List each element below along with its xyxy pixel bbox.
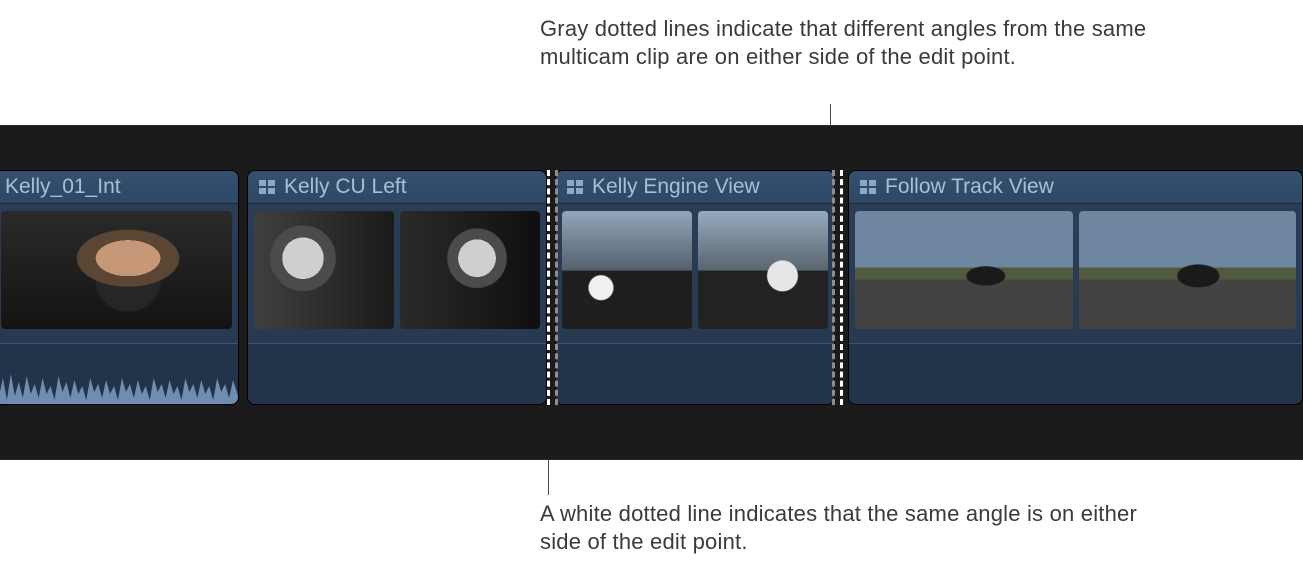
clip-audio bbox=[248, 343, 546, 404]
timeline-clip[interactable]: Kelly CU Left bbox=[247, 170, 547, 405]
callout-white-dotted: A white dotted line indicates that the s… bbox=[540, 500, 1140, 556]
edit-point-white-dotted bbox=[840, 170, 843, 405]
callout-gray-dotted: Gray dotted lines indicate that differen… bbox=[540, 15, 1220, 71]
clip-thumbnail bbox=[1, 211, 232, 329]
clip-thumbnail bbox=[698, 211, 828, 329]
clip-label: Kelly Engine View bbox=[592, 175, 760, 199]
multicam-icon bbox=[258, 179, 276, 195]
clip-thumbnail bbox=[855, 211, 1073, 329]
clip-thumbnail bbox=[254, 211, 394, 329]
clip-audio bbox=[0, 343, 238, 404]
clip-thumbnail bbox=[400, 211, 540, 329]
edit-point-white-dotted bbox=[547, 170, 550, 405]
timeline-track[interactable]: Kelly_01_Int Kelly CU Left bbox=[0, 170, 1303, 405]
clip-thumbnail bbox=[562, 211, 692, 329]
edit-point-gray-dotted bbox=[832, 170, 835, 405]
multicam-icon bbox=[859, 179, 877, 195]
timeline-clip[interactable]: Kelly Engine View bbox=[555, 170, 835, 405]
clip-label: Kelly CU Left bbox=[284, 175, 407, 199]
multicam-icon bbox=[566, 179, 584, 195]
audio-waveform bbox=[0, 356, 238, 404]
edit-point-gray-dotted bbox=[555, 170, 558, 405]
leader-line bbox=[830, 104, 831, 126]
clip-thumbnail bbox=[1079, 211, 1297, 329]
clip-label: Follow Track View bbox=[885, 175, 1054, 199]
clip-label: Kelly_01_Int bbox=[5, 175, 121, 199]
clip-audio bbox=[556, 343, 834, 404]
timeline-clip[interactable]: Kelly_01_Int bbox=[0, 170, 239, 405]
timeline-clip[interactable]: Follow Track View bbox=[848, 170, 1303, 405]
clip-audio bbox=[849, 343, 1302, 404]
